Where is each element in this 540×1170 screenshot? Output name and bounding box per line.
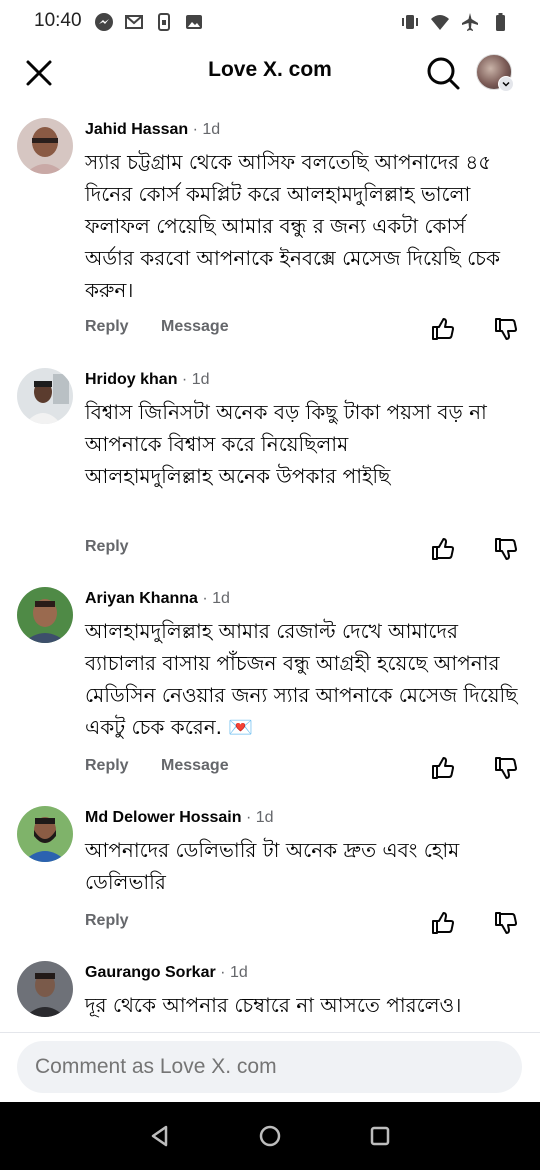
comment-text: দূর থেকে আপনার চেম্বারে না আসতে পারলেও। (85, 993, 462, 1017)
comment-composer (0, 1032, 540, 1103)
thumbs-up-icon[interactable] (430, 755, 456, 781)
message-button[interactable]: Message (161, 318, 229, 336)
thumbs-up-icon[interactable] (430, 536, 456, 562)
comment-item: Ariyan Khanna · 1d আলহামদুলিল্লাহ আমার র… (0, 587, 540, 787)
back-triangle-icon[interactable] (146, 1122, 174, 1150)
comment-time[interactable]: 1d (256, 809, 274, 826)
comment-actions: Reply (85, 912, 520, 942)
profile-switcher-button[interactable] (476, 54, 514, 92)
avatar[interactable] (17, 118, 73, 174)
thumbs-down-icon[interactable] (493, 755, 519, 781)
airplane-mode-icon (462, 13, 478, 31)
meta-separator: · (202, 590, 213, 607)
reply-button[interactable]: Reply (85, 912, 129, 930)
reply-button[interactable]: Reply (85, 538, 129, 556)
comment-actions: Reply Message (85, 757, 520, 787)
vibrate-icon (402, 15, 418, 29)
comment-item: Gaurango Sorkar · 1d দূর থেকে আপনার চেম্… (0, 961, 540, 1032)
comment-meta: Jahid Hassan · 1d (85, 121, 220, 139)
meta-separator: · (192, 121, 203, 138)
chevron-down-icon (498, 76, 514, 92)
status-left-icons (94, 12, 204, 32)
comment-author[interactable]: Jahid Hassan (85, 121, 188, 138)
comment-author[interactable]: Md Delower Hossain (85, 809, 241, 826)
comment-actions: Reply Message (85, 318, 520, 348)
meta-separator: · (220, 964, 230, 981)
home-circle-icon[interactable] (256, 1122, 284, 1150)
comment-list: Jahid Hassan · 1d স্যার চট্টগ্রাম থেকে আ… (0, 106, 540, 1032)
comment-item: Hridoy khan · 1d বিশ্বাস জিনিসটা অনেক বড… (0, 368, 540, 568)
comment-meta: Ariyan Khanna · 1d (85, 590, 230, 608)
header: Love X. com (0, 46, 540, 100)
battery-icon (496, 13, 505, 31)
reply-button[interactable]: Reply (85, 757, 129, 775)
meta-separator: · (181, 371, 192, 388)
system-navigation-bar (0, 1102, 540, 1170)
comment-meta: Md Delower Hossain · 1d (85, 809, 274, 827)
comment-time[interactable]: 1d (202, 121, 220, 138)
meta-separator: · (245, 809, 256, 826)
comment-author[interactable]: Ariyan Khanna (85, 590, 198, 607)
comment-meta: Hridoy khan · 1d (85, 371, 210, 389)
comment-text: আলহামদুলিল্লাহ আমার রেজাল্ট দেখে আমাদের … (85, 619, 524, 739)
comment-meta: Gaurango Sorkar · 1d (85, 964, 248, 982)
search-icon[interactable] (424, 54, 462, 92)
thumbs-up-icon[interactable] (430, 316, 456, 342)
status-right-icons (400, 12, 510, 32)
comment-item: Jahid Hassan · 1d স্যার চট্টগ্রাম থেকে আ… (0, 118, 540, 358)
avatar[interactable] (17, 961, 73, 1017)
comment-time[interactable]: 1d (212, 590, 230, 607)
status-time: 10:40 (34, 10, 82, 31)
gmail-icon (125, 15, 143, 29)
message-button[interactable]: Message (161, 757, 229, 775)
thumbs-down-icon[interactable] (493, 316, 519, 342)
thumbs-down-icon[interactable] (493, 910, 519, 936)
comment-text: আপনাদের ডেলিভারি টা অনেক দ্রুত এবং হোম ড… (85, 838, 466, 894)
comment-author[interactable]: Hridoy khan (85, 371, 177, 388)
comment-text: স্যার চট্টগ্রাম থেকে আসিফ বলতেছি আপনাদের… (85, 150, 507, 302)
thumbs-up-icon[interactable] (430, 910, 456, 936)
messenger-icon (95, 13, 113, 31)
avatar[interactable] (17, 368, 73, 424)
gallery-icon (186, 15, 202, 29)
thumbs-down-icon[interactable] (493, 536, 519, 562)
reply-button[interactable]: Reply (85, 318, 129, 336)
wifi-icon (431, 15, 449, 30)
comment-input[interactable] (17, 1041, 522, 1093)
comment-author[interactable]: Gaurango Sorkar (85, 964, 216, 981)
recents-square-icon[interactable] (366, 1122, 394, 1150)
comment-actions: Reply (85, 538, 520, 568)
comment-text: বিশ্বাস জিনিসটা অনেক বড় কিছু টাকা পয়সা… (85, 400, 487, 488)
sim-icon (158, 13, 170, 31)
avatar[interactable] (17, 806, 73, 862)
comment-item: Md Delower Hossain · 1d আপনাদের ডেলিভারি… (0, 806, 540, 946)
avatar[interactable] (17, 587, 73, 643)
status-bar: 10:40 (0, 0, 540, 46)
comment-time[interactable]: 1d (230, 964, 248, 981)
comment-time[interactable]: 1d (192, 371, 210, 388)
